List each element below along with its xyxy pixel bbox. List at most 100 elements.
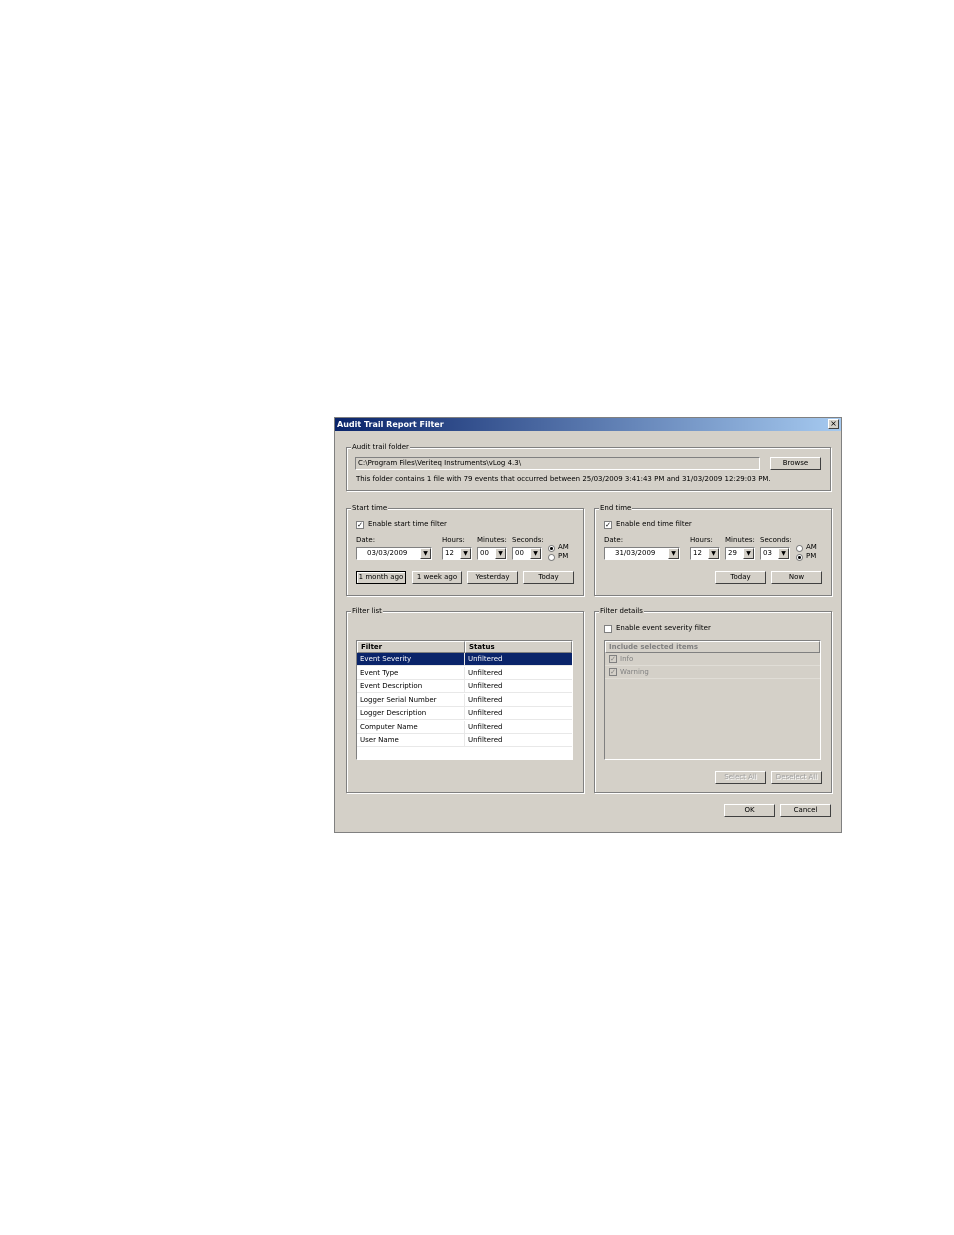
- start-date-value: 03/03/2009: [367, 549, 408, 557]
- severity-item[interactable]: ✓ Info: [605, 653, 820, 666]
- start-am-label: AM: [558, 543, 569, 551]
- column-divider: [464, 693, 465, 707]
- table-row[interactable]: Event Severity Unfiltered: [357, 653, 572, 666]
- column-divider: [464, 680, 465, 693]
- chevron-down-icon[interactable]: ▼: [708, 548, 719, 559]
- one-month-ago-button[interactable]: 1 month ago: [356, 571, 406, 584]
- status-cell: Unfiltered: [468, 695, 503, 704]
- filter-list-label: Filter list: [351, 606, 383, 616]
- filter-column-header[interactable]: Filter: [357, 641, 465, 653]
- filter-cell: Logger Serial Number: [360, 695, 437, 704]
- warning-checkbox[interactable]: ✓: [609, 668, 617, 676]
- browse-button[interactable]: Browse: [770, 457, 821, 470]
- table-row[interactable]: Logger Description Unfiltered: [357, 707, 572, 720]
- chevron-down-icon[interactable]: ▼: [460, 548, 471, 559]
- start-hours-label: Hours:: [442, 536, 465, 544]
- enable-severity-filter-checkbox[interactable]: [604, 625, 612, 633]
- enable-start-time-checkbox[interactable]: ✓: [356, 521, 364, 529]
- table-row[interactable]: Computer Name Unfiltered: [357, 720, 572, 734]
- enable-end-time-label: Enable end time filter: [616, 520, 692, 528]
- select-all-button[interactable]: Select All: [715, 771, 766, 784]
- start-pm-label: PM: [558, 552, 569, 560]
- enable-severity-filter-label: Enable event severity filter: [616, 624, 711, 632]
- info-label: Info: [620, 655, 634, 663]
- start-today-button[interactable]: Today: [523, 571, 574, 584]
- filter-cell: User Name: [360, 736, 399, 744]
- folder-path-field: C:\Program Files\Veriteq Instruments\vLo…: [355, 457, 760, 470]
- end-time-group: End time ✓ Enable end time filter Date: …: [594, 503, 832, 596]
- status-cell: Unfiltered: [468, 709, 503, 717]
- filter-list-group: Filter list Filter Status Event Severity…: [346, 606, 584, 793]
- cancel-button[interactable]: Cancel: [780, 804, 831, 817]
- severity-item[interactable]: ✓ Warning: [605, 666, 820, 679]
- deselect-all-button[interactable]: Deselect All: [771, 771, 822, 784]
- start-hours-select[interactable]: 12 ▼: [442, 547, 472, 560]
- start-hours-value: 12: [445, 549, 454, 557]
- end-minutes-value: 29: [728, 549, 737, 557]
- filter-cell: Logger Description: [360, 709, 427, 717]
- filter-cell: Event Severity: [360, 655, 412, 663]
- dialog-title: Audit Trail Report Filter: [337, 420, 444, 429]
- chevron-down-icon[interactable]: ▼: [530, 548, 541, 559]
- table-row[interactable]: User Name Unfiltered: [357, 734, 572, 747]
- end-pm-label: PM: [806, 552, 817, 560]
- column-divider: [464, 734, 465, 747]
- start-minutes-select[interactable]: 00 ▼: [477, 547, 507, 560]
- chevron-down-icon[interactable]: ▼: [778, 548, 789, 559]
- end-am-radio[interactable]: [796, 545, 803, 552]
- enable-end-time-checkbox[interactable]: ✓: [604, 521, 612, 529]
- filter-rows: Event Severity Unfiltered Event Type Unfilt…: [357, 653, 572, 759]
- chevron-down-icon[interactable]: ▼: [743, 548, 754, 559]
- yesterday-button[interactable]: Yesterday: [467, 571, 518, 584]
- warning-label: Warning: [620, 668, 649, 676]
- end-seconds-label: Seconds:: [760, 536, 792, 544]
- audit-trail-folder-label: Audit trail folder: [351, 442, 410, 452]
- end-minutes-label: Minutes:: [725, 536, 755, 544]
- end-date-label: Date:: [604, 536, 624, 544]
- column-divider: [464, 666, 465, 680]
- filter-cell: Event Description: [360, 682, 423, 690]
- status-cell: Unfiltered: [468, 722, 503, 731]
- end-hours-select[interactable]: 12 ▼: [690, 547, 720, 560]
- dialog-title-bar[interactable]: Audit Trail Report Filter ×: [335, 418, 841, 431]
- status-cell: Unfiltered: [468, 655, 503, 663]
- end-hours-value: 12: [693, 549, 702, 557]
- start-date-field[interactable]: 03/03/2009 ▼: [356, 547, 432, 560]
- filter-list-table: Filter Status Event Severity Unfiltered Ev…: [356, 640, 573, 760]
- table-row[interactable]: Event Description Unfiltered: [357, 680, 572, 693]
- audit-trail-dialog: Audit Trail Report Filter × Audit trail …: [334, 417, 842, 833]
- end-date-field[interactable]: 31/03/2009 ▼: [604, 547, 680, 560]
- chevron-down-icon[interactable]: ▼: [420, 548, 431, 559]
- chevron-down-icon[interactable]: ▼: [668, 548, 679, 559]
- start-am-radio[interactable]: [548, 545, 555, 552]
- end-today-button[interactable]: Today: [715, 571, 766, 584]
- start-time-label: Start time: [351, 503, 389, 513]
- start-seconds-value: 00: [515, 549, 524, 557]
- chevron-down-icon[interactable]: ▼: [495, 548, 506, 559]
- status-column-header[interactable]: Status: [465, 641, 572, 653]
- ok-button[interactable]: OK: [724, 804, 775, 817]
- filter-details-group: Filter details Enable event severity fil…: [594, 606, 832, 793]
- severity-list: Include selected items ✓ Info ✓ Warning: [604, 640, 821, 760]
- status-cell: Unfiltered: [468, 736, 503, 744]
- filter-details-label: Filter details: [599, 606, 644, 616]
- table-row[interactable]: Logger Serial Number Unfiltered: [357, 693, 572, 707]
- table-row[interactable]: Event Type Unfiltered: [357, 666, 572, 680]
- close-icon[interactable]: ×: [828, 419, 839, 429]
- column-divider: [464, 720, 465, 734]
- status-cell: Unfiltered: [468, 682, 503, 690]
- now-button[interactable]: Now: [771, 571, 822, 584]
- end-pm-radio[interactable]: [796, 554, 803, 561]
- end-minutes-select[interactable]: 29 ▼: [725, 547, 755, 560]
- info-checkbox[interactable]: ✓: [609, 655, 617, 663]
- end-date-value: 31/03/2009: [615, 549, 656, 557]
- start-pm-radio[interactable]: [548, 554, 555, 561]
- start-seconds-label: Seconds:: [512, 536, 544, 544]
- status-cell: Unfiltered: [468, 668, 503, 677]
- severity-list-header: Include selected items: [605, 641, 820, 653]
- end-seconds-select[interactable]: 03 ▼: [760, 547, 790, 560]
- one-week-ago-button[interactable]: 1 week ago: [412, 571, 462, 584]
- start-seconds-select[interactable]: 00 ▼: [512, 547, 542, 560]
- column-divider: [464, 653, 465, 666]
- end-time-label: End time: [599, 503, 633, 513]
